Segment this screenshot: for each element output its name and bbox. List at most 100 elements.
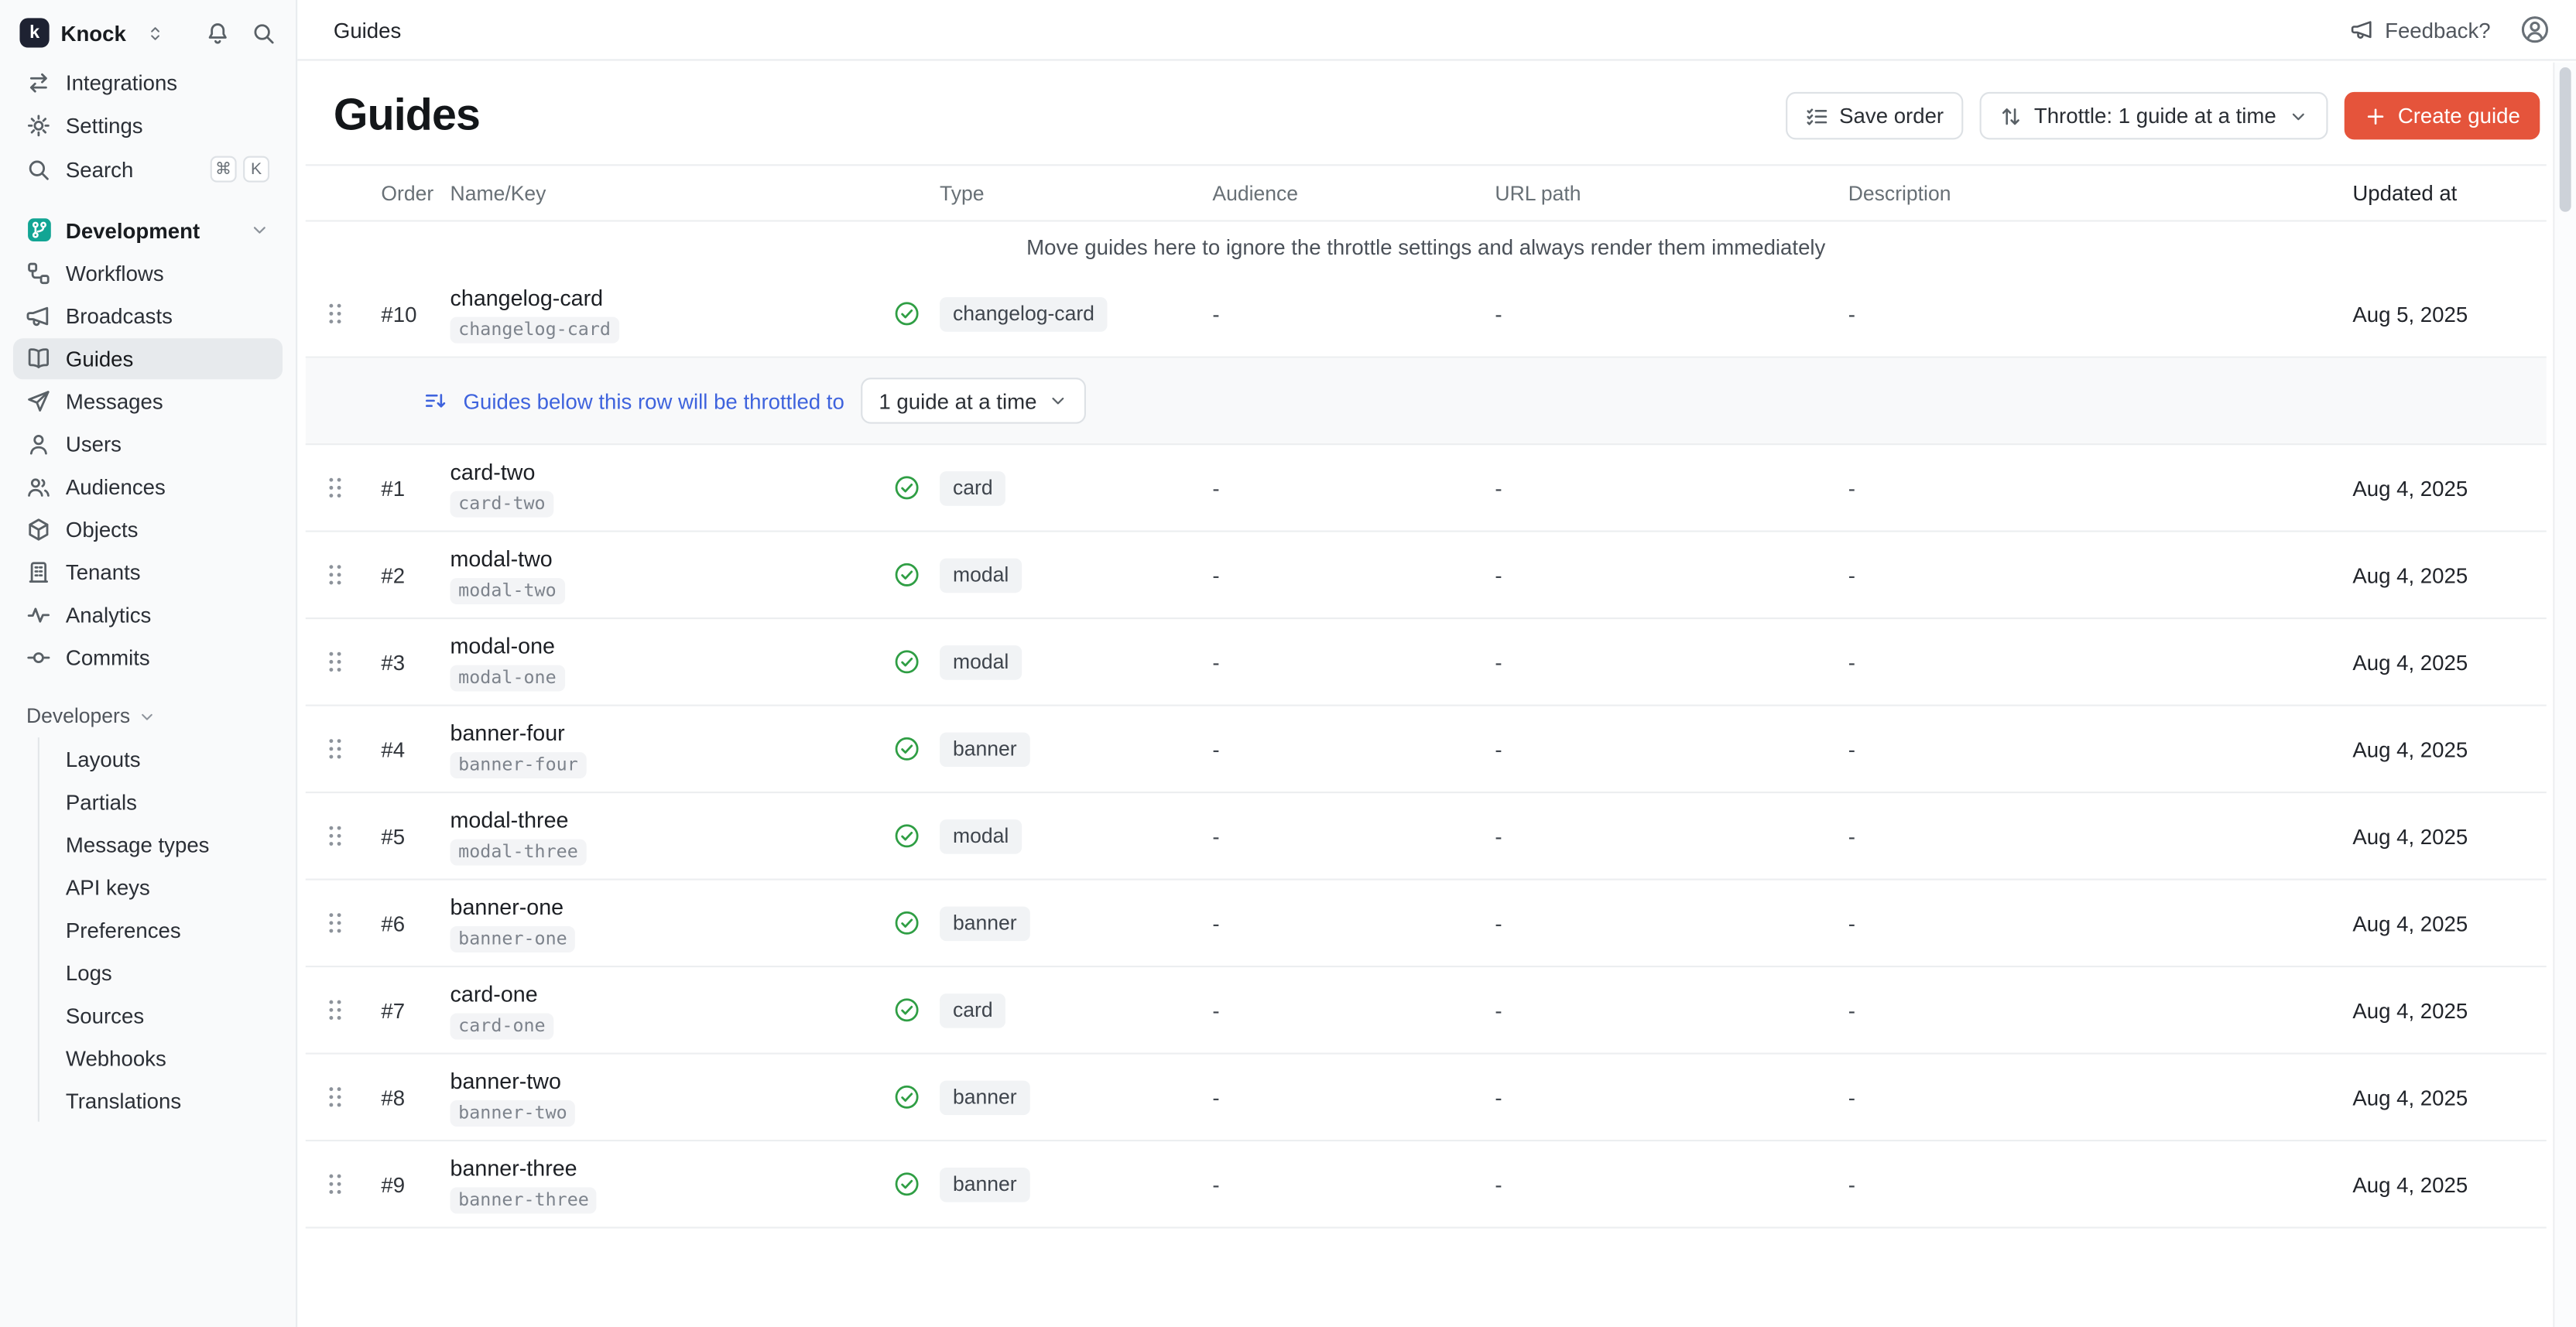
guide-row[interactable]: #6 banner-one banner-one banner - - - Au…: [306, 881, 2547, 967]
drag-handle-icon[interactable]: [322, 300, 348, 327]
sidebar-subitem[interactable]: Partials: [39, 780, 283, 823]
sidebar-item[interactable]: Objects: [13, 509, 283, 550]
drag-handle-icon[interactable]: [322, 823, 348, 849]
sidebar-subitem[interactable]: Message types: [39, 823, 283, 865]
page-header: Guides Save order Throttle: 1 guide at a…: [297, 61, 2576, 165]
guide-updated-at: Aug 4, 2025: [2339, 649, 2546, 674]
table-header-row: Order Name/Key Type Audience URL path De…: [306, 164, 2547, 221]
guide-name: card-one: [450, 981, 884, 1006]
guide-row[interactable]: #2 modal-two modal-two modal - - - Aug 4…: [306, 532, 2547, 619]
guide-description: -: [1838, 649, 2339, 674]
guide-audience: -: [1203, 649, 1485, 674]
sidebar-item-integrations[interactable]: Integrations: [13, 63, 283, 104]
guide-type-badge: modal: [940, 819, 1022, 853]
guide-row[interactable]: #5 modal-three modal-three modal - - - A…: [306, 793, 2547, 880]
guide-url-path: -: [1485, 1085, 1838, 1110]
developers-section-toggle[interactable]: Developers: [13, 698, 283, 734]
feedback-button[interactable]: Feedback?: [2351, 17, 2491, 42]
guide-row[interactable]: #8 banner-two banner-two banner - - - Au…: [306, 1055, 2547, 1141]
sidebar-item[interactable]: Messages: [13, 381, 283, 422]
sidebar-item[interactable]: Users: [13, 424, 283, 465]
guide-audience: -: [1203, 911, 1485, 935]
notifications-button[interactable]: [205, 21, 230, 46]
guide-row[interactable]: #9 banner-three banner-three banner - - …: [306, 1141, 2547, 1228]
throttle-divider-label[interactable]: Guides below this row will be throttled …: [464, 388, 844, 413]
guide-audience: -: [1203, 823, 1485, 848]
sidebar-subitem[interactable]: Webhooks: [39, 1036, 283, 1079]
sidebar-subitem[interactable]: Sources: [39, 994, 283, 1036]
environment-switcher[interactable]: Development: [13, 209, 283, 253]
sidebar-subitem-label: Sources: [66, 1003, 144, 1028]
user-menu-button[interactable]: [2520, 15, 2550, 44]
guide-description: -: [1838, 475, 2339, 500]
guide-url-path: -: [1485, 563, 1838, 587]
sidebar-subitem[interactable]: Preferences: [39, 908, 283, 951]
sidebar-item[interactable]: Guides: [13, 338, 283, 379]
guide-row[interactable]: #10 changelog-card changelog-card change…: [306, 271, 2547, 357]
throttle-button[interactable]: Throttle: 1 guide at a time: [1980, 92, 2328, 140]
check-circle-icon: [894, 1171, 920, 1197]
guide-order: #9: [372, 1171, 440, 1196]
sidebar-subitem[interactable]: Layouts: [39, 737, 283, 780]
tenants-icon: [26, 560, 51, 585]
sidebar-item-label: Users: [66, 432, 122, 457]
guide-row[interactable]: #4 banner-four banner-four banner - - - …: [306, 706, 2547, 793]
sidebar-item[interactable]: Audiences: [13, 467, 283, 508]
drag-handle-icon[interactable]: [322, 910, 348, 936]
sidebar-item-label: Guides: [66, 347, 133, 371]
drag-handle-icon[interactable]: [322, 1171, 348, 1197]
sidebar-subitem-label: Logs: [66, 960, 112, 985]
developers-nav: Layouts Partials Message types API keys …: [38, 737, 283, 1122]
guide-updated-at: Aug 4, 2025: [2339, 1171, 2546, 1196]
search-button[interactable]: [252, 21, 276, 46]
drag-handle-icon[interactable]: [322, 997, 348, 1023]
drag-handle-icon[interactable]: [322, 1084, 348, 1110]
sidebar-subitem[interactable]: Logs: [39, 951, 283, 994]
guide-order: #10: [372, 301, 440, 326]
sidebar-item-settings[interactable]: Settings: [13, 105, 283, 146]
save-order-icon: [1805, 104, 1828, 128]
guide-row[interactable]: #1 card-two card-two card - - - Aug 4, 2…: [306, 445, 2547, 532]
check-circle-icon: [894, 997, 920, 1023]
guide-name: modal-two: [450, 546, 884, 571]
column-header-description: Description: [1838, 182, 2339, 205]
sidebar: k Knock Integrations Settings Search ⌘: [0, 0, 297, 1327]
app-window: k Knock Integrations Settings Search ⌘: [0, 0, 2576, 1327]
throttle-amount-select[interactable]: 1 guide at a time: [861, 378, 1086, 423]
guide-type-badge: card: [940, 993, 1006, 1028]
scrollbar-thumb[interactable]: [2560, 67, 2571, 212]
sidebar-subitem[interactable]: Translations: [39, 1079, 283, 1121]
guide-row[interactable]: #3 modal-one modal-one modal - - - Aug 4…: [306, 619, 2547, 706]
guide-order: #3: [372, 649, 440, 674]
sidebar-item[interactable]: Analytics: [13, 594, 283, 635]
sidebar-item-search[interactable]: Search ⌘ K: [13, 148, 283, 190]
sidebar-item[interactable]: Broadcasts: [13, 296, 283, 337]
workspace-switcher[interactable]: k Knock: [19, 18, 163, 47]
sidebar-subitem[interactable]: API keys: [39, 866, 283, 908]
topbar: Guides Feedback?: [297, 0, 2576, 61]
sidebar-item-label: Messages: [66, 389, 163, 414]
drag-handle-icon[interactable]: [322, 736, 348, 762]
drag-handle-icon[interactable]: [322, 562, 348, 588]
guide-type-badge: banner: [940, 1080, 1030, 1115]
save-order-button[interactable]: Save order: [1785, 92, 1963, 140]
scrollbar[interactable]: [2553, 63, 2576, 1327]
guide-updated-at: Aug 4, 2025: [2339, 911, 2546, 935]
guide-key: card-one: [450, 1012, 554, 1038]
unthrottled-dropzone-notice: Move guides here to ignore the throttle …: [306, 222, 2547, 272]
create-guide-button[interactable]: Create guide: [2344, 92, 2540, 140]
throttle-divider-row: Guides below this row will be throttled …: [306, 358, 2547, 445]
guide-url-path: -: [1485, 737, 1838, 761]
guide-order: #2: [372, 563, 440, 587]
guide-row[interactable]: #7 card-one card-one card - - - Aug 4, 2…: [306, 967, 2547, 1054]
sidebar-item[interactable]: Commits: [13, 638, 283, 679]
guide-type-badge: card: [940, 470, 1006, 505]
guide-updated-at: Aug 4, 2025: [2339, 823, 2546, 848]
drag-handle-icon[interactable]: [322, 648, 348, 675]
guide-name: modal-one: [450, 633, 884, 658]
sidebar-item[interactable]: Workflows: [13, 253, 283, 294]
check-circle-icon: [894, 300, 920, 327]
drag-handle-icon[interactable]: [322, 474, 348, 501]
guide-name: changelog-card: [450, 285, 884, 310]
sidebar-item[interactable]: Tenants: [13, 552, 283, 593]
